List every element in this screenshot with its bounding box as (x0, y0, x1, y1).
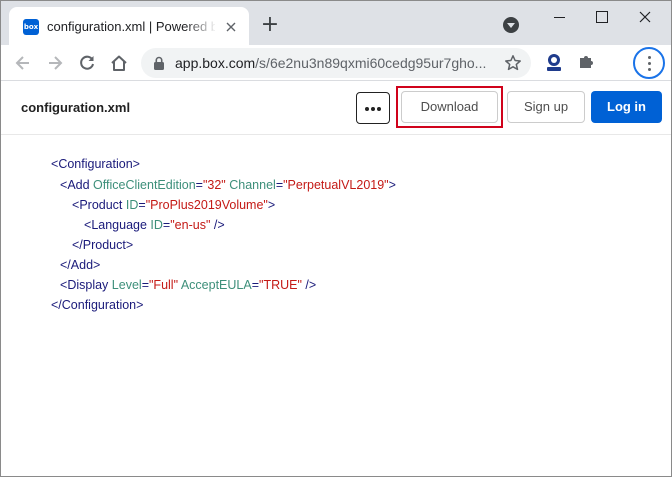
extension-badge-icon[interactable] (545, 53, 563, 73)
new-tab-button[interactable]: + (259, 14, 281, 37)
maximize-button[interactable] (581, 5, 621, 29)
xml-line-language: <Language ID="en-us" /> (84, 218, 225, 232)
box-favicon-icon: box (23, 19, 39, 35)
more-options-button[interactable] (356, 92, 390, 124)
menu-dot-icon (648, 68, 651, 71)
minimize-button[interactable] (539, 5, 579, 29)
xml-line-add-open: <Add OfficeClientEdition="32" Channel="P… (60, 178, 396, 192)
url-path: /s/6e2nu3n89qxmi60cedg95ur7gho... (255, 55, 487, 71)
close-icon (639, 11, 651, 23)
bookmark-star-icon[interactable] (504, 54, 522, 77)
file-name: configuration.xml (21, 100, 131, 115)
url-text[interactable]: app.box.com/s/6e2nu3n89qxmi60cedg95ur7gh… (175, 54, 491, 72)
browser-menu-button[interactable] (633, 47, 665, 79)
log-in-button[interactable]: Log in (591, 91, 662, 123)
browser-window: box configuration.xml | Powered by Box + (0, 0, 672, 477)
window-close-button[interactable] (625, 5, 665, 29)
file-preview: <Configuration> <Add OfficeClientEdition… (1, 136, 671, 476)
menu-dot-icon (648, 56, 651, 59)
box-file-header: configuration.xml Download Sign up Log i… (1, 82, 671, 135)
tab-search-icon[interactable] (503, 17, 519, 33)
ellipsis-dot-icon (371, 107, 375, 111)
browser-tab[interactable]: box configuration.xml | Powered by Box (9, 7, 249, 45)
download-button[interactable]: Download (401, 91, 498, 123)
home-icon[interactable] (109, 53, 129, 73)
lock-icon[interactable] (153, 56, 165, 75)
xml-line-display: <Display Level="Full" AcceptEULA="TRUE" … (60, 278, 317, 292)
ellipsis-dot-icon (365, 107, 369, 111)
menu-dot-icon (648, 62, 651, 65)
url-host: app.box.com (175, 55, 256, 71)
tab-close-icon[interactable] (223, 19, 239, 35)
xml-line-product-open: <Product ID="ProPlus2019Volume"> (72, 198, 276, 212)
ellipsis-dot-icon (377, 107, 381, 111)
sign-up-button[interactable]: Sign up (507, 91, 585, 123)
tab-title-fade (185, 15, 217, 39)
browser-toolbar: app.box.com/s/6e2nu3n89qxmi60cedg95ur7gh… (1, 45, 671, 81)
tab-strip: box configuration.xml | Powered by Box + (1, 1, 671, 45)
forward-arrow-icon[interactable] (45, 53, 65, 73)
back-arrow-icon[interactable] (13, 53, 33, 73)
xml-line-configuration-close: </Configuration> (51, 298, 144, 312)
xml-line-add-close: </Add> (60, 258, 101, 272)
extensions-puzzle-icon[interactable] (577, 53, 595, 76)
reload-icon[interactable] (77, 53, 97, 73)
address-bar[interactable]: app.box.com/s/6e2nu3n89qxmi60cedg95ur7gh… (141, 48, 531, 78)
xml-line-product-close: </Product> (72, 238, 134, 252)
xml-line-configuration-open: <Configuration> (51, 157, 140, 171)
